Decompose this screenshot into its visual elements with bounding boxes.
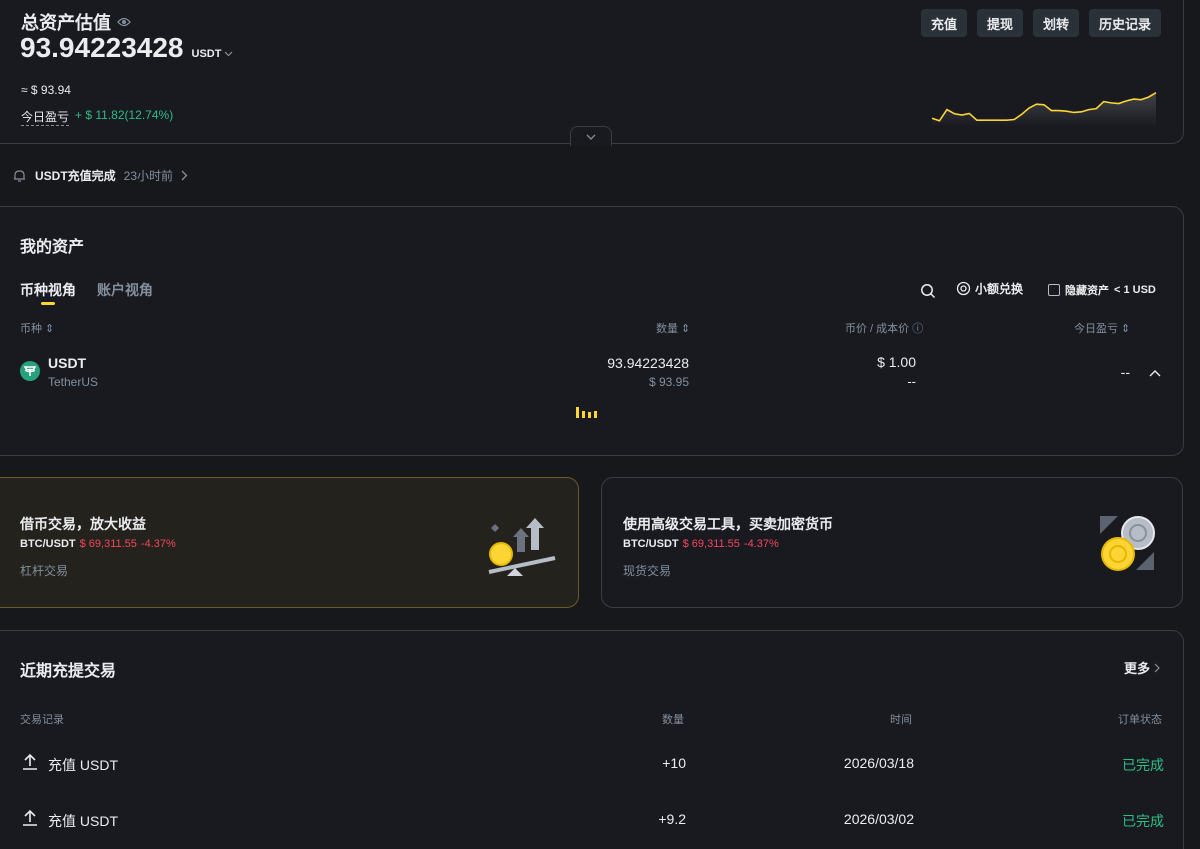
more-label: 更多 bbox=[1124, 661, 1151, 676]
col-status: 订单状态 bbox=[1118, 714, 1162, 726]
recent-title: 近期充提交易 bbox=[20, 663, 117, 680]
tab-indicator bbox=[41, 302, 55, 305]
recent-card: 近期充提交易 更多 交易记录 数量 时间 订单状态 充值 USDT +10 20… bbox=[0, 630, 1184, 849]
loading-icon bbox=[576, 407, 597, 418]
tx-status: 已完成 bbox=[1122, 757, 1164, 773]
coin-pnl: -- bbox=[1120, 364, 1130, 380]
tab-coin-view[interactable]: 币种视角 bbox=[20, 280, 76, 305]
approx-usd: ≈ $ 93.94 bbox=[21, 83, 71, 97]
col-label: 数量 bbox=[656, 323, 678, 335]
promo-pair: BTC/USDT bbox=[623, 538, 679, 550]
expand-toggle[interactable] bbox=[570, 126, 612, 146]
table-row[interactable]: 充值 USDT +10 2026/03/18 已完成 bbox=[0, 745, 1185, 781]
small-convert-button[interactable]: 小额兑换 bbox=[956, 280, 1023, 297]
col-amount: 数量 bbox=[662, 714, 684, 726]
col-label: 币种 bbox=[20, 323, 42, 335]
hide-small-label: 隐藏资产 bbox=[1065, 285, 1109, 297]
search-icon[interactable] bbox=[920, 283, 936, 299]
currency-label: USDT bbox=[191, 48, 222, 60]
col-label: 币价 / 成本价 bbox=[845, 323, 910, 335]
hide-small-checkbox[interactable] bbox=[1048, 284, 1060, 296]
promo-card-margin[interactable]: 借币交易，放大收益 BTC/USDT $ 69,311.55 -4.37% 杠杆… bbox=[0, 477, 579, 608]
assets-title: 我的资产 bbox=[20, 239, 85, 256]
tx-amount: +9.2 bbox=[658, 811, 686, 827]
coin-amount: 93.94223428 bbox=[607, 355, 689, 371]
spot-coins-icon bbox=[1098, 514, 1158, 574]
deposit-icon bbox=[22, 809, 38, 826]
more-link[interactable]: 更多 bbox=[1124, 658, 1160, 677]
promo-card-spot[interactable]: 使用高级交易工具，买卖加密货币 BTC/USDT $ 69,311.55 -4.… bbox=[601, 477, 1183, 608]
coin-amount-usd: $ 93.95 bbox=[648, 375, 689, 389]
promo-change: -4.37% bbox=[743, 538, 779, 550]
table-row[interactable]: 充值 USDT +9.2 2026/03/02 已完成 bbox=[0, 801, 1185, 837]
promo-title: 借币交易，放大收益 bbox=[20, 516, 146, 532]
promo-change: -4.37% bbox=[140, 538, 176, 550]
bell-icon bbox=[12, 168, 27, 183]
promo-sub: 杠杆交易 bbox=[20, 564, 69, 578]
col-record: 交易记录 bbox=[20, 714, 64, 726]
chevron-down-icon bbox=[586, 134, 596, 140]
coin-cost: -- bbox=[907, 374, 916, 389]
promo-pair: BTC/USDT bbox=[20, 538, 76, 550]
chevron-up-icon[interactable] bbox=[1149, 369, 1161, 377]
chevron-right-icon bbox=[1154, 663, 1160, 673]
overview-card: 总资产估值 93.94223428 USDT ≈ $ 93.94 今日盈亏 + … bbox=[0, 0, 1184, 146]
promo-title: 使用高级交易工具，买卖加密货币 bbox=[623, 516, 833, 532]
tx-status: 已完成 bbox=[1122, 813, 1164, 829]
col-time: 时间 bbox=[890, 714, 912, 726]
margin-scale-icon bbox=[487, 514, 559, 580]
notice-text: USDT充值完成 bbox=[35, 169, 116, 183]
currency-select[interactable]: USDT bbox=[192, 48, 234, 60]
info-icon[interactable]: ⓘ bbox=[912, 323, 923, 335]
total-balance: 93.94223428 bbox=[20, 32, 184, 63]
table-row[interactable]: USDT TetherUS 93.94223428 $ 93.95 $ 1.00… bbox=[0, 347, 1185, 397]
tx-label: 充值 USDT bbox=[48, 757, 118, 773]
coin-name: TetherUS bbox=[48, 375, 99, 389]
tab-account-view[interactable]: 账户视角 bbox=[97, 280, 153, 300]
col-coin[interactable]: 币种 ⇕ bbox=[20, 320, 54, 336]
history-button[interactable]: 历史记录 bbox=[1088, 9, 1161, 37]
pnl-value: + $ 11.82(12.74%) bbox=[75, 108, 174, 122]
sparkline-area bbox=[932, 92, 1156, 127]
col-price: 币价 / 成本价 ⓘ bbox=[845, 320, 923, 336]
deposit-button[interactable]: 充值 bbox=[920, 9, 967, 37]
eye-icon[interactable] bbox=[117, 17, 131, 27]
coin-price: $ 1.00 bbox=[877, 354, 916, 370]
col-amount[interactable]: 数量 ⇕ bbox=[656, 320, 690, 336]
transfer-button[interactable]: 划转 bbox=[1032, 9, 1079, 37]
hide-small-threshold: < 1 USD bbox=[1114, 284, 1156, 296]
tab-label: 币种视角 bbox=[20, 282, 76, 298]
deposit-icon bbox=[22, 753, 38, 770]
chevron-down-icon bbox=[224, 51, 233, 57]
tx-label: 充值 USDT bbox=[48, 813, 118, 829]
promo-price: $ 69,311.55 bbox=[682, 538, 740, 550]
notice-time: 23小时前 bbox=[123, 169, 174, 183]
col-pnl[interactable]: 今日盈亏 ⇕ bbox=[1074, 320, 1130, 336]
col-label: 今日盈亏 bbox=[1074, 323, 1118, 335]
deposit-notice[interactable]: USDT充值完成 23小时前 bbox=[12, 167, 188, 184]
tx-time: 2026/03/18 bbox=[843, 755, 914, 771]
promo-price: $ 69,311.55 bbox=[79, 538, 137, 550]
tx-amount: +10 bbox=[662, 755, 686, 771]
convert-icon bbox=[956, 281, 971, 296]
convert-label: 小额兑换 bbox=[975, 282, 1024, 296]
pnl-label[interactable]: 今日盈亏 bbox=[21, 108, 70, 126]
withdraw-button[interactable]: 提现 bbox=[976, 9, 1023, 37]
usdt-coin-icon bbox=[20, 361, 40, 381]
balance-sparkline bbox=[931, 91, 1157, 127]
tx-time: 2026/03/02 bbox=[843, 811, 914, 827]
coin-symbol: USDT bbox=[48, 355, 87, 371]
chevron-right-icon bbox=[181, 170, 188, 181]
promo-sub: 现货交易 bbox=[623, 564, 672, 578]
assets-card: 我的资产 币种视角 账户视角 小额兑换 隐藏资产 < 1 USD 币种 ⇕ 数量… bbox=[0, 206, 1184, 456]
